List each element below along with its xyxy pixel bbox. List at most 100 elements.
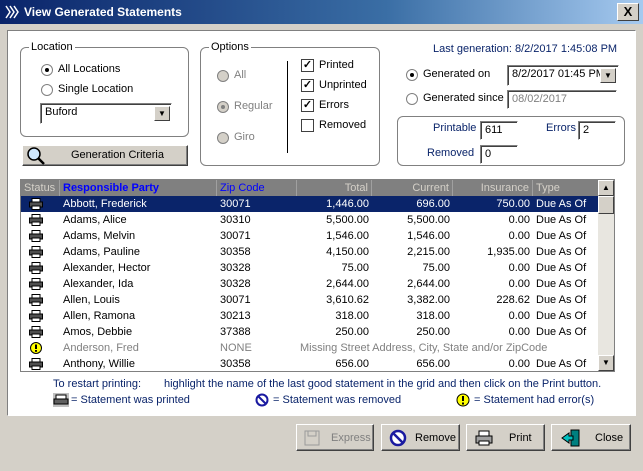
express-button[interactable]: Express xyxy=(296,424,374,451)
header-zip-code[interactable]: Zip Code xyxy=(217,180,297,196)
cell-type: Due As Of xyxy=(536,294,587,306)
location-group-title: Location xyxy=(29,41,75,53)
window-close-button[interactable]: X xyxy=(617,3,639,21)
all-locations-radio[interactable] xyxy=(41,64,53,76)
table-row[interactable]: Alexander, Hector 30328 75.00 75.00 0.00 Due … xyxy=(21,260,600,276)
counts-group: Printable 611 Errors 2 Removed 0 xyxy=(397,116,625,166)
printer-icon xyxy=(29,278,43,290)
restart-instructions: highlight the name of the last good stat… xyxy=(164,378,602,390)
generated-since-value: 08/02/2017 xyxy=(512,93,568,105)
window-title: View Generated Statements xyxy=(24,5,182,19)
cell-total: 318.00 xyxy=(335,310,369,322)
single-location-radio[interactable] xyxy=(41,84,53,96)
location-group: Location All Locations Single Location B… xyxy=(20,41,189,137)
table-row[interactable]: Amos, Debbie 37388 250.00 250.00 0.00 Due As … xyxy=(21,324,600,340)
printer-icon xyxy=(29,198,43,210)
header-responsible-party[interactable]: Responsible Party xyxy=(60,180,217,196)
remove-icon xyxy=(389,429,407,447)
cell-current: 318.00 xyxy=(416,310,450,322)
cell-total: 1,446.00 xyxy=(326,198,369,210)
table-row[interactable]: Allen, Ramona 30213 318.00 318.00 0.00 Due As… xyxy=(21,308,600,324)
cell-type: Due As Of xyxy=(536,358,587,370)
cell-name: Alexander, Ida xyxy=(63,278,134,290)
table-row[interactable]: Anthony, Willie 30358 656.00 656.00 0.00 Due … xyxy=(21,356,600,371)
cell-type: Due As Of xyxy=(536,326,587,338)
generated-on-dropdown-icon[interactable]: ▼ xyxy=(600,68,616,83)
option-all-radio[interactable] xyxy=(217,70,229,82)
cell-name: Adams, Alice xyxy=(63,214,127,226)
cell-zip: 30071 xyxy=(220,294,251,306)
grid-scrollbar[interactable]: ▲ ▼ xyxy=(598,180,614,371)
option-giro-radio[interactable] xyxy=(217,132,229,144)
table-row[interactable]: Allen, Louis 30071 3,610.62 3,382.00 228.62 D… xyxy=(21,292,600,308)
scroll-thumb[interactable] xyxy=(598,196,614,214)
option-giro-label: Giro xyxy=(234,131,255,143)
close-label: Close xyxy=(595,432,624,444)
cell-type: Due As Of xyxy=(536,278,587,290)
cell-insurance: 0.00 xyxy=(508,214,530,226)
printed-checkbox[interactable]: ✓ xyxy=(301,59,314,72)
close-button[interactable]: Close xyxy=(551,424,631,451)
cell-current: 696.00 xyxy=(416,198,450,210)
floppy-icon xyxy=(304,430,320,446)
printer-icon xyxy=(29,262,43,274)
cell-current: 3,382.00 xyxy=(407,294,450,306)
app-icon xyxy=(5,5,19,19)
all-locations-label: All Locations xyxy=(58,63,121,75)
printer-icon xyxy=(29,326,43,338)
removed-icon xyxy=(255,393,269,407)
header-status[interactable]: Status xyxy=(21,180,60,196)
remove-button[interactable]: Remove xyxy=(381,424,460,451)
removed-checkbox[interactable] xyxy=(301,119,314,132)
generated-since-radio[interactable] xyxy=(406,93,418,105)
cell-zip: 30328 xyxy=(220,262,251,274)
header-current[interactable]: Current xyxy=(372,180,453,196)
location-dropdown-icon[interactable]: ▼ xyxy=(154,106,170,121)
table-row[interactable]: Abbott, Frederick 30071 1,446.00 696.00 750.… xyxy=(21,196,600,212)
scroll-up-icon[interactable]: ▲ xyxy=(598,180,614,196)
generated-since-field[interactable]: 08/02/2017 xyxy=(507,90,617,109)
printer-icon xyxy=(29,230,43,242)
remove-label: Remove xyxy=(415,432,456,444)
cell-type: Due As Of xyxy=(536,262,587,274)
cell-total: 75.00 xyxy=(341,262,369,274)
statements-grid[interactable]: Status Responsible Party Zip Code Total … xyxy=(20,179,615,372)
cell-current: 75.00 xyxy=(422,262,450,274)
generation-criteria-button[interactable]: Generation Criteria xyxy=(22,145,188,166)
errors-checkbox[interactable]: ✓ xyxy=(301,99,314,112)
cell-party: Anderson, Fred xyxy=(63,342,139,354)
generated-on-radio[interactable] xyxy=(406,69,418,81)
cell-total: 3,610.62 xyxy=(326,294,369,306)
unprinted-checkbox[interactable]: ✓ xyxy=(301,79,314,92)
last-generation-text: Last generation: 8/2/2017 1:45:08 PM xyxy=(433,43,618,55)
cell-insurance: 228.62 xyxy=(496,294,530,306)
table-row[interactable]: Adams, Melvin 30071 1,546.00 1,546.00 0.00 Du… xyxy=(21,228,600,244)
exit-door-icon xyxy=(561,429,580,447)
cell-type: Due As Of xyxy=(536,310,587,322)
generated-on-value: 8/2/2017 01:45 PM xyxy=(512,68,605,80)
printer-icon xyxy=(53,393,69,407)
option-regular-radio[interactable] xyxy=(217,101,229,113)
cell-zip: 37388 xyxy=(220,326,251,338)
print-button[interactable]: Print xyxy=(466,424,545,451)
removed-label: Removed xyxy=(319,119,367,131)
scroll-down-icon[interactable]: ▼ xyxy=(598,355,614,371)
cell-insurance: 1,935.00 xyxy=(487,246,530,258)
removed-count-label: Removed xyxy=(427,147,475,159)
table-row[interactable]: Alexander, Ida 30328 2,644.00 2,644.00 0.00 D… xyxy=(21,276,600,292)
cell-type: Due As Of xyxy=(536,230,587,242)
cell-zip: 30358 xyxy=(220,246,251,258)
header-insurance[interactable]: Insurance xyxy=(453,180,533,196)
errors-count-label: Errors xyxy=(546,122,576,134)
printer-icon xyxy=(29,214,43,226)
header-type[interactable]: Type xyxy=(533,180,600,196)
table-row[interactable]: Adams, Alice 30310 5,500.00 5,500.00 0.00 Due… xyxy=(21,212,600,228)
option-all-label: All xyxy=(234,69,247,81)
table-row[interactable]: Anderson, Fred NONE Missing Street Address… xyxy=(21,340,600,356)
location-select[interactable]: Buford xyxy=(40,103,172,124)
cell-insurance: 0.00 xyxy=(508,262,530,274)
header-total[interactable]: Total xyxy=(297,180,372,196)
table-row[interactable]: Adams, Pauline 30358 4,150.00 2,215.00 1,935… xyxy=(21,244,600,260)
removed-count: 0 xyxy=(480,145,518,164)
cell-zip: 30071 xyxy=(220,198,251,210)
